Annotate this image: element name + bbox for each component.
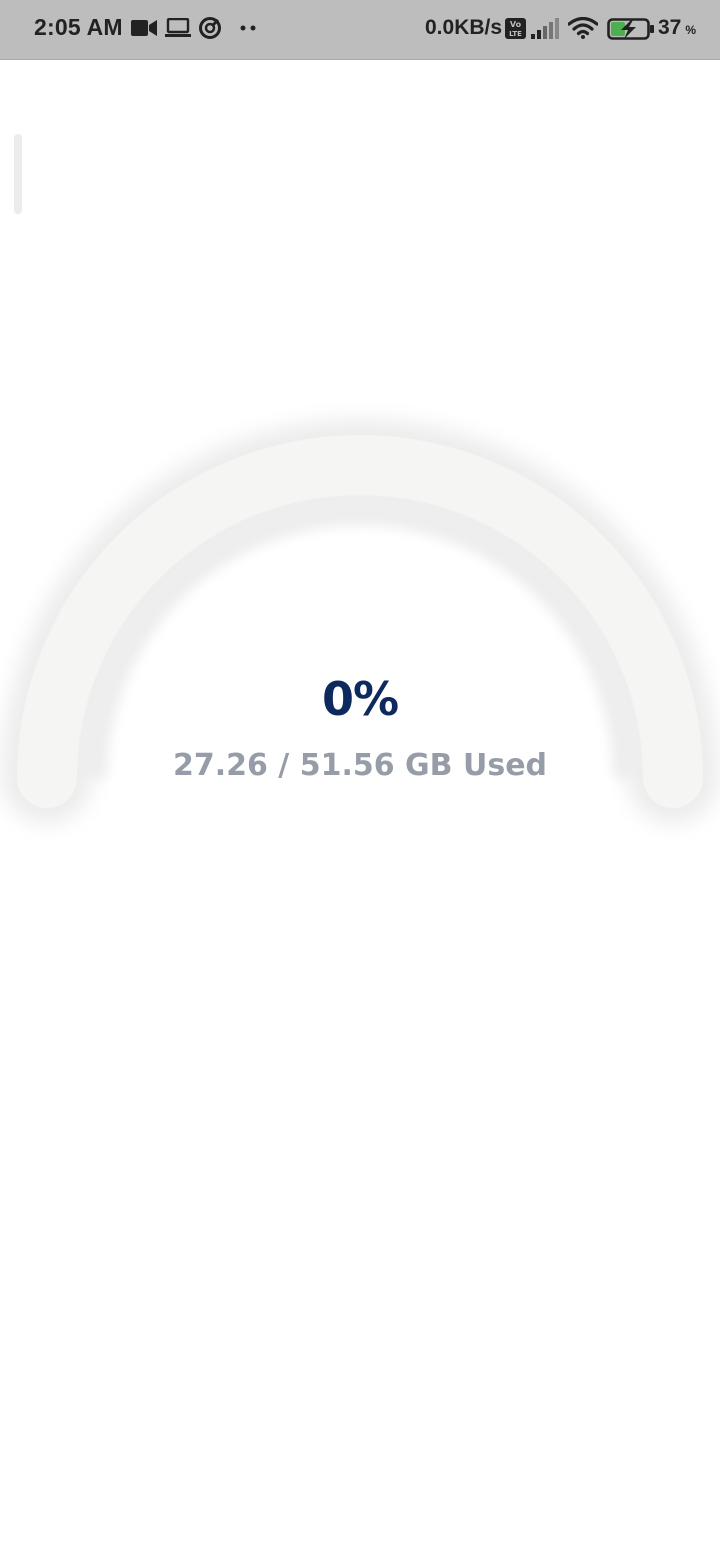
more-dots-icon — [240, 25, 256, 31]
status-time: 2:05 AM — [34, 14, 123, 40]
battery-charging-icon — [607, 18, 654, 40]
data-saver-icon — [199, 17, 221, 39]
battery-unit: % — [685, 23, 697, 37]
svg-text:LTE: LTE — [509, 30, 522, 38]
storage-percent: 0% — [321, 672, 399, 726]
signal-icon — [531, 18, 559, 39]
svg-text:Vo: Vo — [510, 20, 522, 29]
volte-icon: Vo LTE — [505, 18, 526, 39]
storage-usage-label: 27.26 / 51.56 GB Used — [172, 748, 548, 783]
battery-value: 37 — [658, 16, 682, 39]
network-speed: 0.0KB/s — [425, 16, 503, 39]
status-bar: 2:05 AM 0.0KB/s Vo LTE 37 % — [0, 0, 720, 60]
laptop-icon — [165, 18, 191, 37]
video-camera-icon — [131, 20, 157, 36]
wifi-icon — [568, 17, 598, 39]
battery-level: 37% — [658, 16, 696, 40]
scroll-handle[interactable] — [14, 134, 22, 214]
